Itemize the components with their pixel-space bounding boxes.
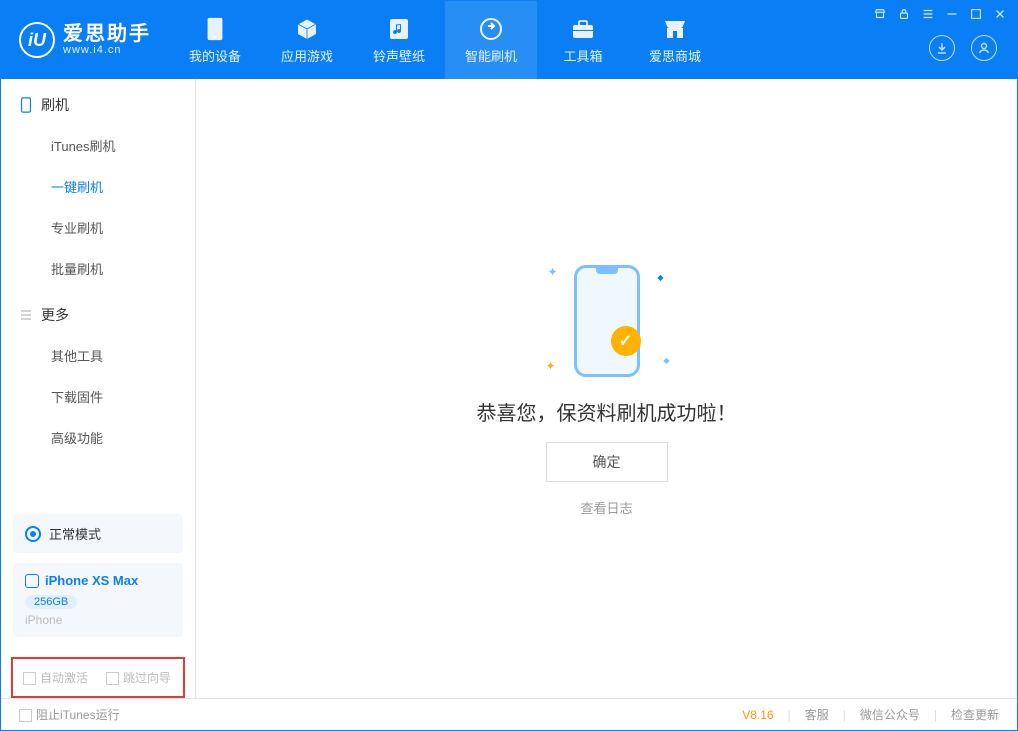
download-icon[interactable] (929, 35, 955, 61)
list-icon (19, 308, 33, 322)
tab-toolbox[interactable]: 工具箱 (537, 1, 629, 79)
footer: 阻止iTunes运行 V8.16 | 客服 | 微信公众号 | 检查更新 (1, 698, 1017, 730)
phone-icon (19, 97, 33, 113)
tab-ringtones[interactable]: 铃声壁纸 (353, 1, 445, 79)
tab-label: 智能刷机 (465, 46, 517, 65)
nav-tabs: 我的设备 应用游戏 铃声壁纸 智能刷机 工具箱 爱思商城 (169, 1, 929, 79)
user-icon[interactable] (971, 35, 997, 61)
success-message: 恭喜您，保资料刷机成功啦！ (477, 397, 737, 426)
refresh-icon (478, 16, 504, 42)
window-controls[interactable] (873, 7, 1007, 21)
device-type: iPhone (25, 613, 171, 627)
music-icon (386, 16, 412, 42)
minimize-icon[interactable] (945, 7, 959, 21)
theme-icon[interactable] (873, 7, 887, 21)
mode-indicator-icon (25, 526, 41, 542)
phone-graphic: ✓ (574, 265, 640, 377)
auto-activate-checkbox[interactable]: 自动激活 (23, 669, 88, 686)
storage-badge: 256GB (25, 595, 77, 609)
cube-icon (294, 16, 320, 42)
device-mode[interactable]: 正常模式 (13, 514, 183, 553)
sidebar-item-advanced[interactable]: 高级功能 (1, 417, 195, 458)
stop-itunes-checkbox[interactable]: 阻止iTunes运行 (19, 706, 120, 723)
lock-icon[interactable] (897, 7, 911, 21)
tab-flash[interactable]: 智能刷机 (445, 1, 537, 79)
sidebar-item-oneclick-flash[interactable]: 一键刷机 (1, 166, 195, 207)
tab-label: 应用游戏 (281, 46, 333, 65)
sidebar: 刷机 iTunes刷机 一键刷机 专业刷机 批量刷机 更多 其他工具 下载固件 … (1, 79, 196, 698)
logo-icon: iU (19, 22, 55, 58)
skip-guide-checkbox[interactable]: 跳过向导 (106, 669, 171, 686)
view-log-link[interactable]: 查看日志 (580, 498, 632, 517)
footer-link-update[interactable]: 检查更新 (951, 706, 999, 723)
sidebar-item-other-tools[interactable]: 其他工具 (1, 335, 195, 376)
tab-label: 工具箱 (563, 46, 602, 65)
mode-label: 正常模式 (49, 524, 101, 543)
version-label: V8.16 (742, 708, 773, 722)
tab-label: 铃声壁纸 (373, 46, 425, 65)
main-content: ✦◆✦◆ ✓ 恭喜您，保资料刷机成功啦！ 确定 查看日志 (196, 79, 1017, 698)
close-icon[interactable] (993, 7, 1007, 21)
maximize-icon[interactable] (969, 7, 983, 21)
sidebar-item-pro-flash[interactable]: 专业刷机 (1, 207, 195, 248)
tab-label: 爱思商城 (649, 46, 701, 65)
device-card[interactable]: iPhone XS Max 256GB iPhone (13, 563, 183, 637)
footer-link-wechat[interactable]: 微信公众号 (860, 706, 920, 723)
sidebar-item-batch-flash[interactable]: 批量刷机 (1, 248, 195, 289)
logo: iU 爱思助手 www.i4.cn (1, 1, 169, 79)
tab-store[interactable]: 爱思商城 (629, 1, 721, 79)
app-title: 爱思助手 (63, 24, 151, 44)
device-icon (202, 16, 228, 42)
device-small-icon (25, 574, 39, 588)
tab-label: 我的设备 (189, 46, 241, 65)
tab-apps[interactable]: 应用游戏 (261, 1, 353, 79)
device-name: iPhone XS Max (45, 573, 138, 588)
menu-icon[interactable] (921, 7, 935, 21)
header: iU 爱思助手 www.i4.cn 我的设备 应用游戏 铃声壁纸 智能刷机 (1, 1, 1017, 79)
check-icon: ✓ (611, 326, 641, 356)
toolbox-icon (570, 16, 596, 42)
options-highlight-box: 自动激活 跳过向导 (11, 657, 185, 698)
footer-link-support[interactable]: 客服 (805, 706, 829, 723)
sidebar-item-itunes-flash[interactable]: iTunes刷机 (1, 125, 195, 166)
confirm-button[interactable]: 确定 (546, 442, 668, 482)
sidebar-item-download-firmware[interactable]: 下载固件 (1, 376, 195, 417)
success-illustration: ✦◆✦◆ ✓ (562, 261, 652, 381)
shop-icon (662, 16, 688, 42)
app-url: www.i4.cn (63, 44, 151, 56)
sidebar-section-flash: 刷机 (1, 95, 195, 125)
tab-my-device[interactable]: 我的设备 (169, 1, 261, 79)
sidebar-section-more: 更多 (1, 305, 195, 335)
